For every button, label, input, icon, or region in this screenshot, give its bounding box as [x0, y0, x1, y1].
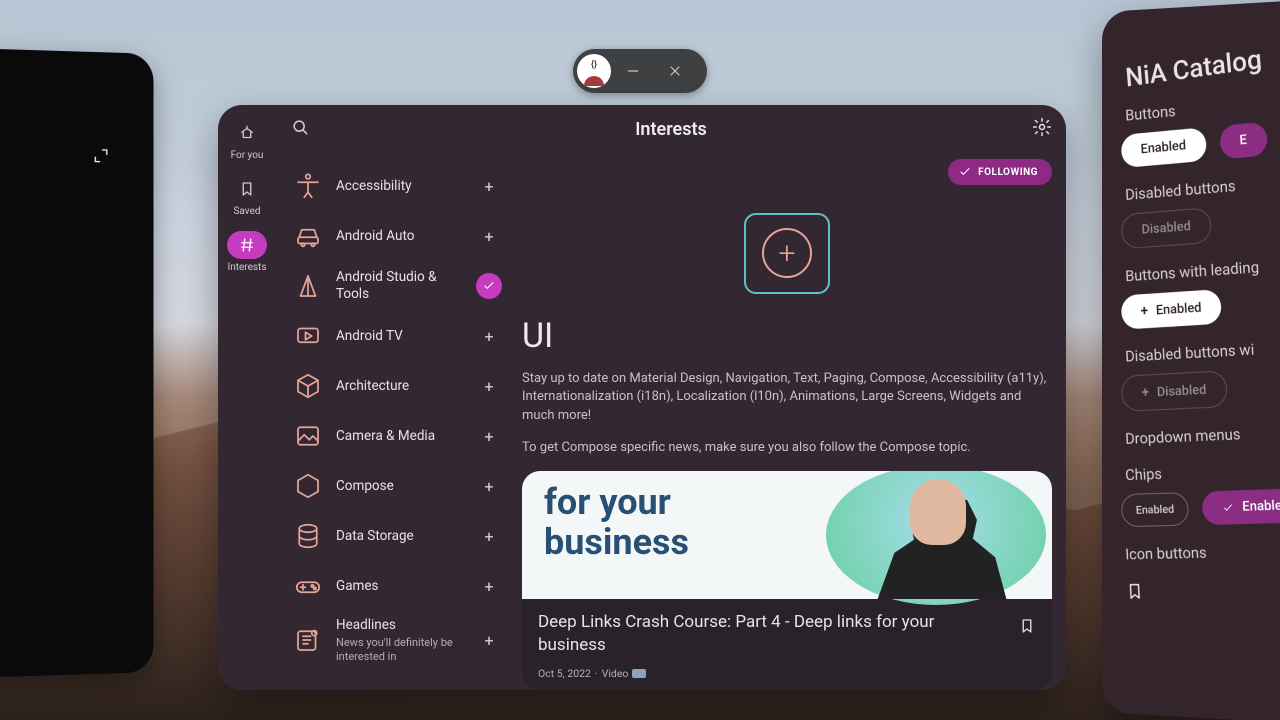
chip-following[interactable]: Enable: [1202, 488, 1280, 525]
following-label: FOLLOWING: [978, 167, 1038, 178]
follow-button[interactable]: +: [476, 423, 502, 449]
topic-name: Architecture: [336, 378, 466, 395]
side-window-left: [0, 48, 153, 678]
topic-name: Compose: [336, 478, 466, 495]
nav-item-saved[interactable]: Saved: [218, 171, 276, 223]
topic-name: Camera & Media: [336, 428, 466, 445]
following-button[interactable]: [476, 273, 502, 299]
topic-name: Games: [336, 578, 466, 595]
follow-button[interactable]: +: [476, 573, 502, 599]
section-icon-buttons: Icon buttons: [1125, 538, 1280, 563]
content-card[interactable]: for your business Deep Links Crash Cours…: [522, 471, 1052, 690]
topic-row-accessibility[interactable]: Accessibility +: [286, 161, 506, 211]
compass-icon: [290, 268, 326, 304]
topic-name: Android Studio & Tools: [336, 269, 466, 303]
content-split: Accessibility + Android Auto + Android S…: [276, 153, 1066, 690]
topic-row-camera-media[interactable]: Camera & Media +: [286, 411, 506, 461]
enabled-leading-button[interactable]: + Enabled: [1121, 289, 1223, 330]
minimize-button[interactable]: [613, 53, 653, 89]
section-disabled-leading: Disabled buttons wi: [1125, 331, 1280, 366]
follow-button[interactable]: +: [476, 473, 502, 499]
topic-note: To get Compose specific news, make sure …: [522, 440, 1052, 455]
section-chips: Chips: [1125, 455, 1280, 484]
topic-detail: FOLLOWING + UI Stay up to date on Materi…: [506, 153, 1066, 690]
topic-row-architecture[interactable]: Architecture +: [286, 361, 506, 411]
nav-label: Interests: [218, 262, 276, 273]
chip-enabled[interactable]: Enabled: [1121, 492, 1190, 527]
hash-icon: [227, 231, 267, 259]
icon-button-bookmark[interactable]: [1125, 576, 1280, 605]
car-icon: [290, 218, 326, 254]
topic-row-android-auto[interactable]: Android Auto +: [286, 211, 506, 261]
close-button[interactable]: [655, 53, 695, 89]
image-icon: [290, 418, 326, 454]
side-window-catalog: NiA Catalog Buttons Enabled E Disabled b…: [1102, 0, 1280, 720]
topic-row-games[interactable]: Games +: [286, 561, 506, 611]
topic-row-android-tv[interactable]: Android TV +: [286, 311, 506, 361]
for-you-icon: [227, 119, 267, 147]
nav-item-interests[interactable]: Interests: [218, 227, 276, 279]
follow-button[interactable]: +: [476, 373, 502, 399]
nav-label: For you: [218, 150, 276, 161]
card-media-face: [910, 479, 966, 545]
topic-subtitle: News you'll definitely be interested in: [336, 636, 466, 664]
cube-icon: [290, 368, 326, 404]
main-content: Interests Accessibility +: [276, 105, 1066, 690]
topic-row-android-studio[interactable]: Android Studio & Tools: [286, 261, 506, 311]
database-icon: [290, 518, 326, 554]
gamepad-icon: [290, 568, 326, 604]
search-icon[interactable]: [290, 117, 310, 141]
nav-item-for-you[interactable]: For you: [218, 115, 276, 167]
tv-icon: [290, 318, 326, 354]
topic-hero-icon: +: [744, 213, 830, 294]
nav-rail: For you Saved Interests: [218, 105, 276, 690]
settings-icon[interactable]: [1032, 117, 1052, 141]
topic-description: Stay up to date on Material Design, Navi…: [522, 370, 1052, 427]
catalog-title: NiA Catalog: [1124, 22, 1280, 94]
window-control-pill: [573, 49, 707, 93]
follow-button[interactable]: +: [476, 223, 502, 249]
section-disabled-buttons: Disabled buttons: [1125, 161, 1280, 204]
follow-button[interactable]: +: [476, 627, 502, 653]
nav-label: Saved: [218, 206, 276, 217]
follow-button[interactable]: +: [476, 173, 502, 199]
plus-icon: +: [1141, 384, 1149, 400]
bookmark-icon: [227, 175, 267, 203]
topic-name: Android Auto: [336, 228, 466, 245]
news-icon: [290, 622, 326, 658]
enabled-button[interactable]: Enabled: [1121, 127, 1207, 168]
topic-name: Headlines News you'll definitely be inte…: [336, 617, 466, 663]
disabled-leading-button: + Disabled: [1120, 370, 1228, 412]
app-avatar-icon: [577, 54, 611, 88]
hexagon-icon: [290, 468, 326, 504]
plus-icon: +: [1140, 303, 1148, 320]
card-media: for your business: [522, 471, 1052, 599]
plus-circle-icon: +: [762, 228, 812, 278]
topic-name: Data Storage: [336, 528, 466, 545]
top-bar: Interests: [276, 105, 1066, 153]
topic-name: Accessibility: [336, 178, 466, 195]
main-window: For you Saved Interests Interests: [218, 105, 1066, 690]
page-title: Interests: [635, 119, 707, 140]
topic-name: Android TV: [336, 328, 466, 345]
bookmark-button[interactable]: [1018, 611, 1036, 680]
topic-title: UI: [522, 316, 1052, 356]
disabled-button: Disabled: [1121, 207, 1213, 249]
topic-row-data-storage[interactable]: Data Storage +: [286, 511, 506, 561]
video-badge-icon: [632, 669, 646, 678]
card-title: Deep Links Crash Course: Part 4 - Deep l…: [538, 611, 1006, 657]
section-dropdowns: Dropdown menus: [1125, 417, 1280, 448]
card-meta: Oct 5, 2022 · Video: [538, 667, 1006, 680]
expand-icon[interactable]: [92, 147, 109, 169]
follow-button[interactable]: +: [476, 323, 502, 349]
enabled-button-alt[interactable]: E: [1219, 122, 1268, 160]
topic-row-compose[interactable]: Compose +: [286, 461, 506, 511]
section-buttons-leading: Buttons with leading: [1125, 246, 1280, 285]
topic-list[interactable]: Accessibility + Android Auto + Android S…: [276, 153, 506, 690]
topic-row-headlines[interactable]: Headlines News you'll definitely be inte…: [286, 611, 506, 669]
accessibility-icon: [290, 168, 326, 204]
following-chip[interactable]: FOLLOWING: [948, 159, 1052, 185]
follow-button[interactable]: +: [476, 523, 502, 549]
